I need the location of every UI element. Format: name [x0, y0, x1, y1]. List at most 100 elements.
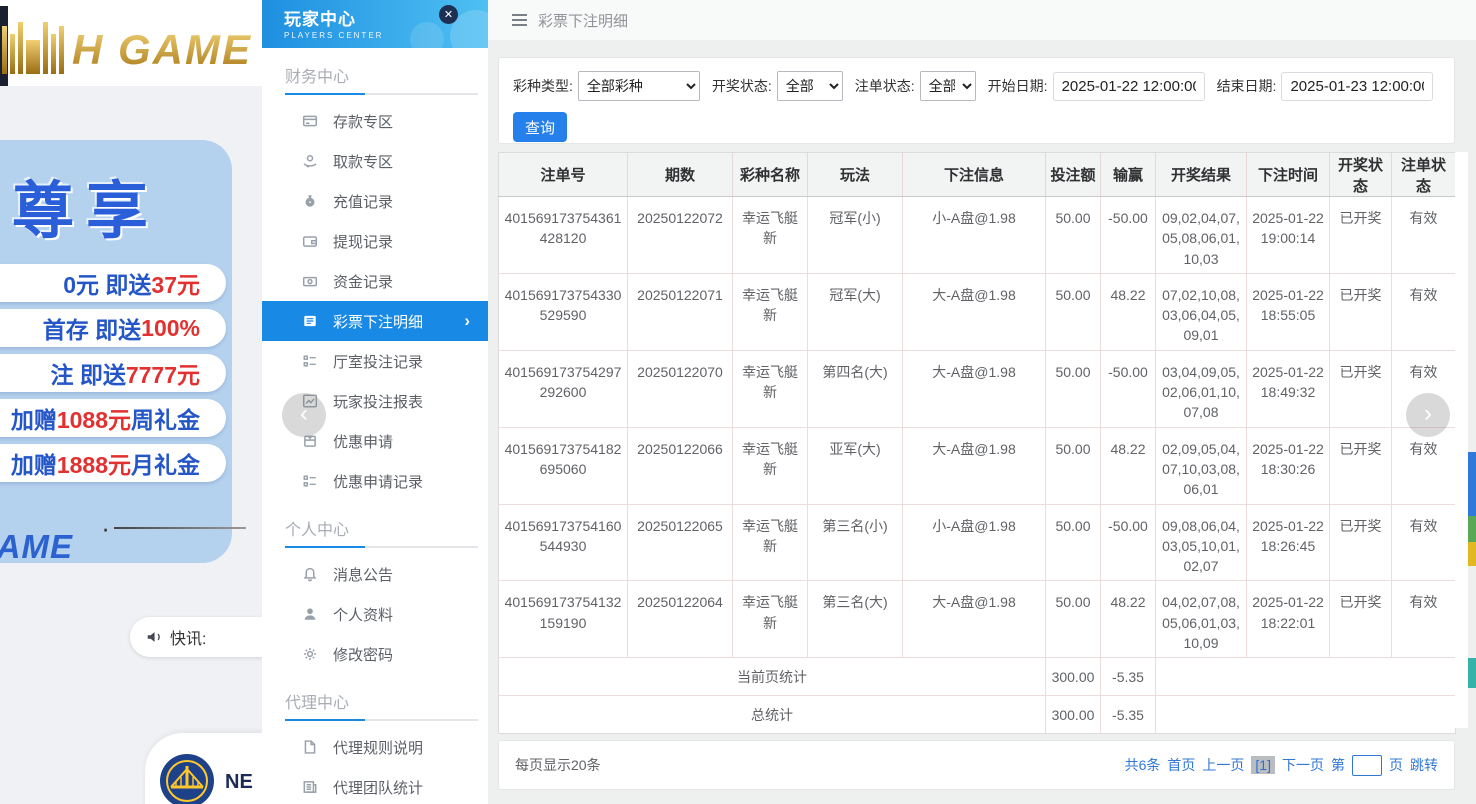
speaker-icon [147, 632, 160, 642]
promo-banner: 尊享 0元 即送 37元 首存 即送 100% 注 即送 7777元 加赠 1088元 周礼金加… [0, 140, 246, 565]
sidebar-item-recharge-records[interactable]: 充值记录 [262, 181, 488, 221]
first-page-link[interactable]: 首页 [1167, 755, 1195, 775]
table-cell: 2025-01-22 18:49:32 [1246, 349, 1330, 428]
gear-icon [302, 646, 318, 662]
document-icon [302, 739, 318, 755]
jump-button[interactable]: 跳转 [1410, 755, 1438, 775]
table-cell: 幸运飞艇新 [732, 196, 808, 274]
sidebar-item-agent-rules[interactable]: 代理规则说明 [262, 727, 488, 767]
page-stats-label: 当前页统计 [498, 657, 1046, 697]
sidebar-item-label: 取款专区 [333, 153, 394, 171]
section-divider [285, 93, 478, 95]
sidebar-item-fund-records[interactable]: 资金记录 [262, 261, 488, 301]
bet-table-card: 注单号 期数 彩种名称 玩法 下注信息 投注额 输赢 开奖结果 下注时间 开奖状态 注单状态 401… [498, 152, 1456, 735]
section-title: 个人中心 [285, 522, 350, 539]
table-cell: 冠军(大) [807, 272, 903, 351]
page-size-label: 每页显示20条 [515, 757, 601, 773]
table-row: 401569173754132159190 20250122064 幸运飞艇新 第三名… [498, 580, 1456, 659]
draw-status-select[interactable]: 全部 [776, 71, 843, 101]
bet-detail-icon [302, 313, 318, 329]
sidebar-item-change-password[interactable]: 修改密码 [262, 634, 488, 674]
hamburger-icon[interactable] [512, 14, 527, 26]
carousel-prev-button[interactable]: ‹ [282, 393, 326, 437]
chevron-right-icon: › [464, 311, 470, 330]
order-status-select[interactable]: 全部 [919, 71, 976, 101]
table-cell: 02,09,05,04,07,10,03,08,06,01 [1155, 426, 1247, 505]
table-cell: 48.22 [1100, 272, 1156, 351]
table-cell: 50.00 [1045, 426, 1101, 505]
sidebar-item-withdraw-records[interactable]: 提现记录 [262, 221, 488, 261]
page-stats-bet: 300.00 [1045, 657, 1101, 697]
pagination-bar: 每页显示20条 共6条 首页 上一页 [1] 下一页 第 页 跳转 [498, 740, 1455, 790]
sidebar-item-deposit[interactable]: 存款专区 [262, 101, 488, 141]
page-stats-winloss: -5.35 [1100, 657, 1156, 697]
carousel-next-button[interactable]: › [1406, 393, 1450, 437]
sidebar-item-agent-team-stats[interactable]: 代理团队统计 [262, 767, 488, 804]
table-cell: 有效 [1391, 503, 1456, 582]
promo-headline: 尊享 [12, 177, 161, 246]
sidebar-item-label: 资金记录 [333, 273, 394, 291]
hh-game-logo: H GAME [2, 22, 252, 74]
jump-page-input[interactable] [1352, 754, 1382, 776]
table-cell: 幸运飞艇新 [732, 580, 808, 659]
prev-page-link[interactable]: 上一页 [1202, 755, 1244, 775]
sidebar-item-label: 提现记录 [333, 233, 394, 251]
promo-pill: 首存 即送 100% [0, 309, 226, 347]
sidebar-item-promo-apply-records[interactable]: 优惠申请记录 [262, 461, 488, 501]
dash-line [113, 527, 246, 529]
promo-pill: 注 即送 7777元 [0, 354, 226, 392]
table-cell: 幸运飞艇新 [732, 503, 808, 582]
table-cell: 幸运飞艇新 [732, 272, 808, 351]
widget-green-segment[interactable] [1468, 516, 1476, 542]
table-cell: 401569173754297292600 [498, 349, 628, 428]
jump-suffix-label: 页 [1389, 757, 1403, 773]
table-cell: 已开奖 [1329, 503, 1392, 582]
table-cell: 09,02,04,07,05,08,06,01,10,03 [1155, 196, 1247, 274]
sidebar-item-profile[interactable]: 个人资料 [262, 594, 488, 634]
end-date-input[interactable] [1281, 71, 1434, 101]
table-cell: 09,08,06,04,03,05,10,01,02,07 [1155, 503, 1247, 582]
search-button[interactable]: 查询 [513, 112, 567, 142]
filter-panel: 彩种类型: 全部彩种 开奖状态: 全部 注单状态: 全部 开始日期: 结束日期:… [498, 57, 1455, 144]
sidebar-item-announcements[interactable]: 消息公告 [262, 554, 488, 594]
floating-service-widget[interactable] [1468, 452, 1476, 566]
table-cell: 冠军(小) [807, 196, 903, 274]
section-title: 代理中心 [285, 695, 350, 712]
sidebar-item-hall-bet-records[interactable]: 厅室投注记录 [262, 341, 488, 381]
table-cell: 2025-01-22 19:00:14 [1246, 196, 1330, 274]
sidebar-item-label: 优惠申请 [333, 433, 394, 451]
sidebar-item-withdraw[interactable]: 取款专区 [262, 141, 488, 181]
promo-pill: 加赠 1088元 周礼金 [0, 399, 226, 437]
promo-pill: 加赠 1888元 月礼金 [0, 444, 226, 482]
next-page-link[interactable]: 下一页 [1282, 755, 1324, 775]
table-row: 401569173754297292600 20250122070 幸运飞艇新 第四名… [498, 349, 1456, 428]
table-row: 401569173754330529590 20250122071 幸运飞艇新 冠军(… [498, 272, 1456, 351]
column-header: 下注时间 [1246, 152, 1330, 197]
total-count: 共6条 [1124, 757, 1161, 773]
end-date-label: 结束日期: [1216, 78, 1277, 94]
table-cell: 已开奖 [1329, 580, 1392, 659]
table-cell: -50.00 [1100, 349, 1156, 428]
promo-pill-list: 0元 即送 37元 首存 即送 100% 注 即送 7777元 加赠 1088元 周礼金 加赠 18… [0, 264, 226, 489]
table-cell: 401569173754182695060 [498, 426, 628, 505]
section-title: 财务中心 [285, 69, 350, 86]
page-stats-row: 当前页统计 300.00 -5.35 [498, 657, 1456, 697]
table-cell: 已开奖 [1329, 196, 1392, 274]
sidebar-item-label: 消息公告 [333, 566, 394, 584]
current-page-indicator: [1] [1251, 756, 1275, 774]
total-stats-label: 总统计 [498, 695, 1046, 735]
wallet-icon [302, 233, 318, 249]
sidebar-header: 玩家中心 PLAYERS CENTER ✕ [262, 0, 488, 48]
sidebar-item-bet-details[interactable]: 彩票下注明细 › [262, 301, 488, 341]
start-date-input[interactable] [1052, 71, 1205, 101]
widget-yellow-segment[interactable] [1468, 542, 1476, 566]
list-icon [302, 473, 318, 489]
widget-blue-segment[interactable] [1468, 452, 1476, 516]
table-cell: 50.00 [1045, 580, 1101, 659]
lottery-type-select[interactable]: 全部彩种 [577, 71, 700, 101]
widget-teal-segment[interactable] [1468, 658, 1476, 688]
table-cell: -50.00 [1100, 196, 1156, 274]
table-cell: 48.22 [1100, 426, 1156, 505]
column-header: 注单状态 [1391, 152, 1456, 197]
table-cell: 已开奖 [1329, 272, 1392, 351]
